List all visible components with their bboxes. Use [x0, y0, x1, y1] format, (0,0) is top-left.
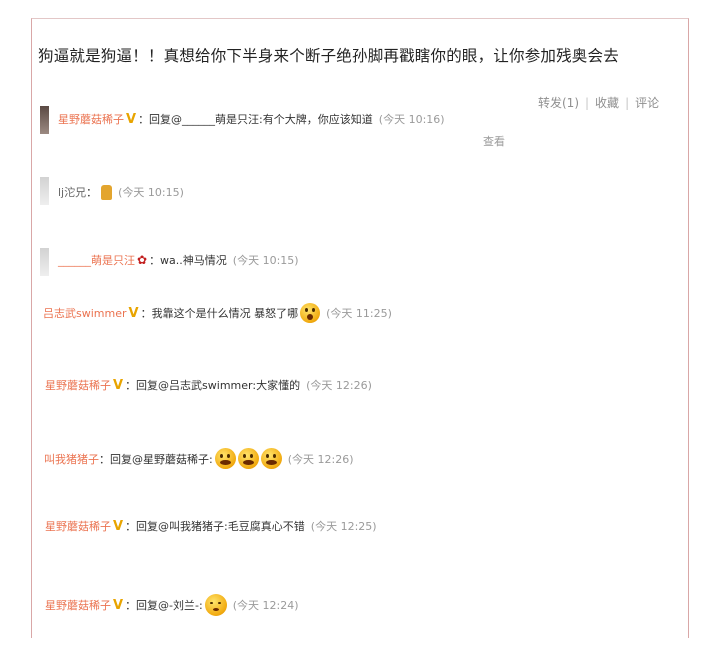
comment-text: ：回复@叫我猪猪子:毛豆腐真心不错 — [125, 520, 305, 533]
comment-text: ：回复@______萌是只汪:有个大牌，你应该知道 — [138, 113, 373, 126]
comment-row: ______萌是只汪 ✿ ：wa..神马情况 (今天 10:15) — [0, 246, 700, 280]
v-badge-icon: V — [128, 305, 139, 321]
comment-line: 星野蘑菇稀子 V ：回复@______萌是只汪:有个大牌，你应该知道 (今天 1… — [58, 111, 445, 127]
comment-line: 星野蘑菇稀子 V ：回复@-刘兰-: (今天 12:24) — [45, 594, 299, 616]
v-badge-icon: V — [113, 518, 124, 534]
comment-time: (今天 12:26) — [306, 379, 372, 392]
surprised-face-icon — [300, 303, 321, 323]
comment-text: ：回复@吕志武swimmer:大家懂的 — [125, 379, 301, 392]
comment-time: (今天 10:15) — [232, 254, 299, 267]
comment-line: 星野蘑菇稀子 V ：回复@吕志武swimmer:大家懂的 (今天 12:26) — [45, 377, 372, 393]
grin-face-icon — [260, 448, 282, 469]
comment-time: (今天 11:25) — [326, 307, 392, 320]
comment-line: 吕志武swimmer V ：我靠这个是什么情况 暴怒了哪 (今天 11:25) — [43, 303, 392, 323]
comment-text: ： — [86, 186, 98, 199]
comment-text: ：我靠这个是什么情况 暴怒了哪 — [140, 307, 299, 320]
post-headline: 狗逼就是狗逼！！真想给你下半身来个断子绝孙脚再戳瞎你的眼，让你参加残奥会去 — [38, 47, 619, 65]
v-badge-icon: V — [113, 597, 124, 613]
comment-time: (今天 10:15) — [118, 186, 184, 199]
flower-badge-icon: ✿ — [137, 253, 148, 267]
comment-time: (今天 12:25) — [310, 520, 377, 533]
comment-time: (今天 12:26) — [287, 452, 354, 466]
comment-time: (今天 10:16) — [378, 113, 445, 126]
comment-username[interactable]: 星野蘑菇稀子 — [45, 377, 111, 393]
comment-row: lj沱兄 ： (今天 10:15) — [0, 175, 700, 209]
comment-line: lj沱兄 ： (今天 10:15) — [58, 184, 184, 200]
v-badge-icon: V — [113, 377, 124, 393]
view-link[interactable]: 查看 — [483, 133, 505, 149]
comment-username[interactable]: 叫我猪猪子 — [44, 451, 99, 467]
comment-username[interactable]: 星野蘑菇稀子 — [45, 597, 111, 613]
comment-line: 星野蘑菇稀子 V ：回复@叫我猪猪子:毛豆腐真心不错 (今天 12:25) — [45, 518, 377, 534]
comment-row: 星野蘑菇稀子 V ：回复@-刘兰-: (今天 12:24) — [0, 588, 700, 622]
comment-username[interactable]: ______萌是只汪 — [58, 252, 135, 268]
grin-face-icon — [237, 448, 259, 469]
grin-face-icon — [214, 448, 236, 469]
comment-row: 星野蘑菇稀子 V ：回复@叫我猪猪子:毛豆腐真心不错 (今天 12:25) — [0, 513, 700, 547]
comment-username[interactable]: 星野蘑菇稀子 — [45, 518, 111, 534]
comment-text: ：回复@-刘兰-: — [125, 599, 203, 612]
comment-row: 吕志武swimmer V ：我靠这个是什么情况 暴怒了哪 (今天 11:25) — [0, 298, 700, 332]
comment-row: 星野蘑菇稀子 V ：回复@______萌是只汪:有个大牌，你应该知道 (今天 1… — [0, 103, 700, 137]
comment-row: 叫我猪猪子 ：回复@星野蘑菇稀子: (今天 12:26) — [0, 442, 700, 476]
avatar[interactable] — [40, 177, 49, 205]
comment-text: ：回复@星野蘑菇稀子: — [99, 452, 213, 466]
sleepy-face-icon — [204, 594, 227, 616]
comment-username[interactable]: 吕志武swimmer — [43, 305, 127, 321]
v-badge-icon: V — [126, 111, 137, 127]
comment-line: 叫我猪猪子 ：回复@星野蘑菇稀子: (今天 12:26) — [44, 448, 354, 469]
comment-line: ______萌是只汪 ✿ ：wa..神马情况 (今天 10:15) — [58, 252, 299, 268]
thumbs-up-icon — [101, 184, 113, 200]
comment-username[interactable]: lj沱兄 — [58, 184, 86, 200]
avatar[interactable] — [40, 248, 49, 276]
comment-row: 星野蘑菇稀子 V ：回复@吕志武swimmer:大家懂的 (今天 12:26) — [0, 372, 700, 406]
avatar[interactable] — [40, 106, 49, 134]
comment-username[interactable]: 星野蘑菇稀子 — [58, 111, 124, 127]
comment-time: (今天 12:24) — [232, 599, 299, 612]
comment-text: ：wa..神马情况 — [149, 254, 227, 267]
